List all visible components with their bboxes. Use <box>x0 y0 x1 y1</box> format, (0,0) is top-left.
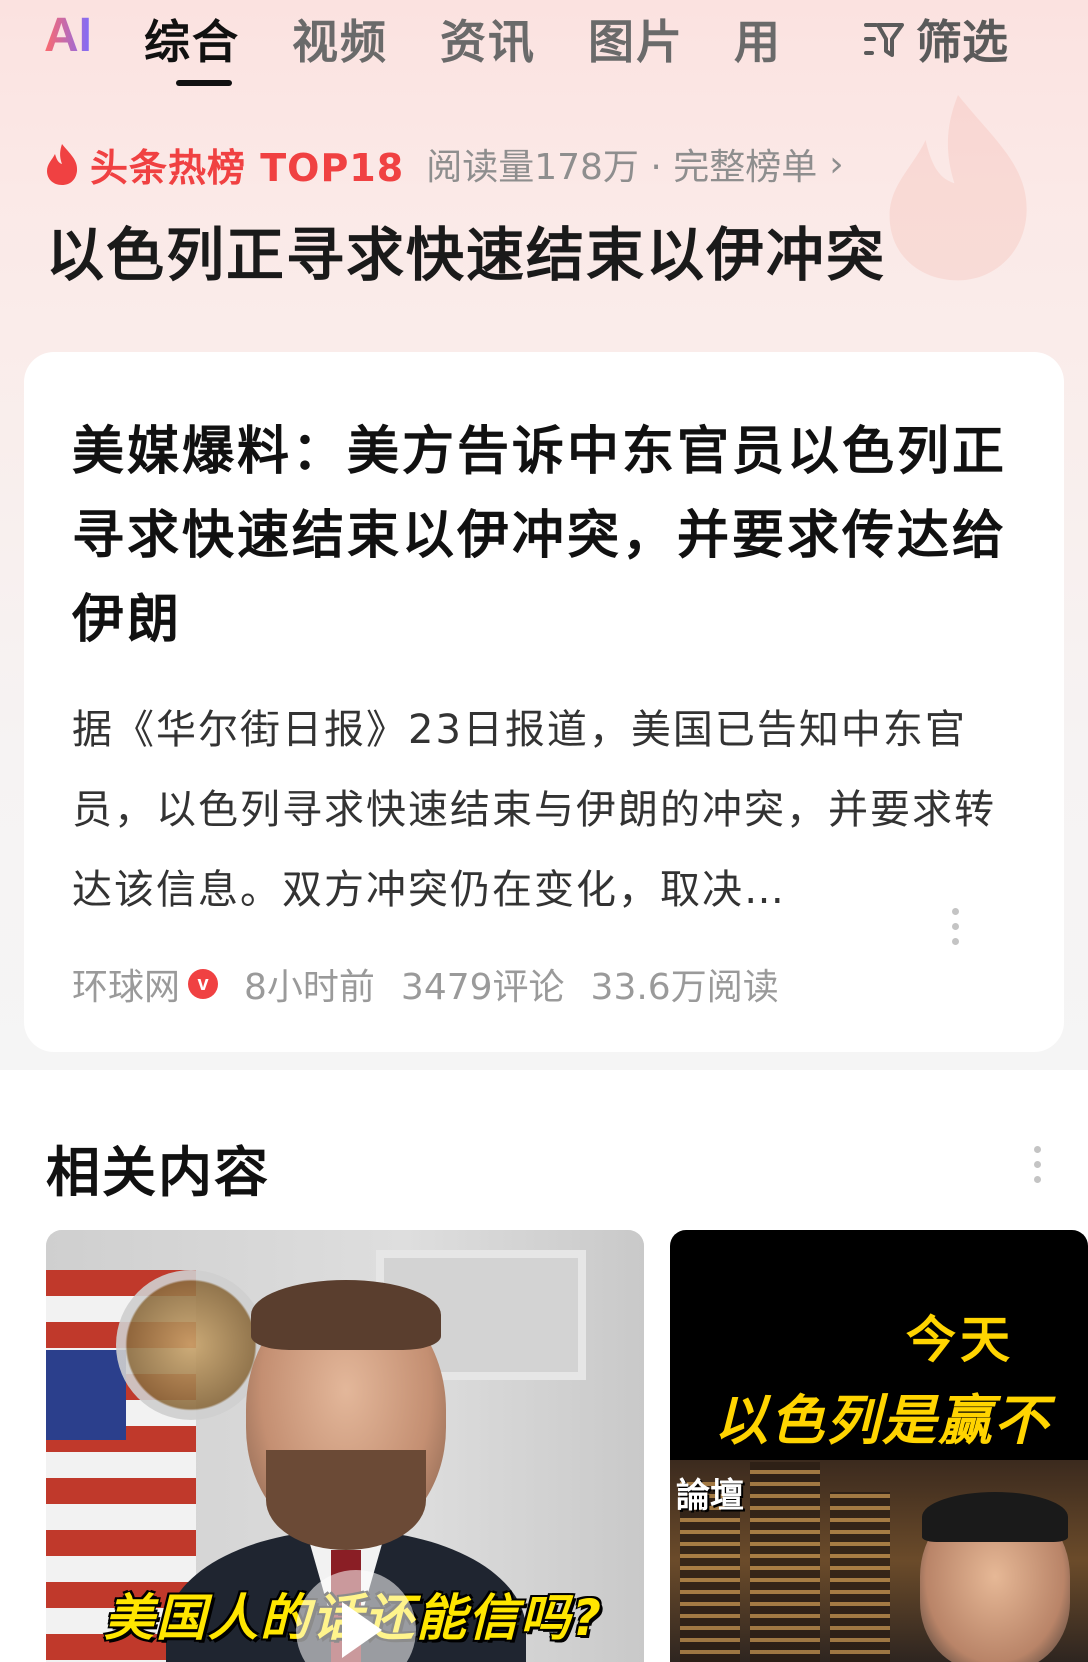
flame-icon <box>47 144 78 185</box>
article-source[interactable]: 环球网 <box>72 958 180 1010</box>
article-abstract: 据《华尔街日报》23日报道，美国已告知中东官员，以色列寻求快速结束与伊朗的冲突，… <box>72 707 996 913</box>
person-hair <box>251 1280 441 1350</box>
seal-image <box>116 1270 266 1420</box>
related-video-thumbnail-2[interactable]: 今天 以色列是赢不 論壇 <box>670 1230 1088 1662</box>
filter-icon <box>864 23 904 57</box>
related-title: 相关内容 <box>46 1141 270 1204</box>
article-time: 8小时前 <box>244 967 375 1008</box>
search-tabs: AI 综合 视频 资讯 图片 用 筛选 <box>0 0 1088 96</box>
tab-video[interactable]: 视频 <box>292 6 388 72</box>
related-more-icon[interactable] <box>1034 1146 1041 1183</box>
article-meta: 环球网 v 8小时前 3479评论 33.6万阅读 <box>72 956 779 1012</box>
flame-decoration-icon <box>889 95 1027 281</box>
article-title[interactable]: 美媒爆料：美方告诉中东官员以色列正寻求快速结束以伊冲突，并要求传达给伊朗 <box>72 410 1012 662</box>
hot-list-row[interactable]: 头条热榜 TOP18 阅读量178万 · 完整榜单 › <box>44 138 844 190</box>
active-tab-indicator <box>176 80 232 86</box>
tab-ai[interactable]: AI <box>44 8 92 63</box>
verified-icon: v <box>188 969 219 999</box>
article-card[interactable]: 美媒爆料：美方告诉中东官员以色列正寻求快速结束以伊冲突，并要求传达给伊朗 据《华… <box>24 352 1064 1052</box>
more-icon[interactable] <box>952 908 959 945</box>
related-video-thumbnail[interactable]: 美国人的话还能信吗? <box>46 1230 644 1662</box>
hot-topic-headline[interactable]: 以色列正寻求快速结束以伊冲突 <box>46 208 886 292</box>
article-comments: 3479评论 <box>400 967 565 1008</box>
person-beard <box>266 1450 426 1550</box>
article-reads: 33.6万阅读 <box>590 967 779 1008</box>
tab-images[interactable]: 图片 <box>588 6 684 72</box>
filter-label: 筛选 <box>916 15 1008 69</box>
thumbnail-label: 論壇 <box>676 1476 744 1516</box>
hot-list-meta: 阅读量178万 · 完整榜单 <box>426 147 818 188</box>
tab-users[interactable]: 用 <box>734 6 782 72</box>
hot-list-badge: 头条热榜 TOP18 <box>90 145 405 190</box>
tab-news[interactable]: 资讯 <box>440 6 536 72</box>
chevron-right-icon: › <box>829 143 844 185</box>
tab-comprehensive[interactable]: 综合 <box>144 6 240 72</box>
flag-canton <box>46 1350 126 1440</box>
thumbnail-caption-line1: 今天 <box>906 1311 1014 1369</box>
person-hair-2 <box>922 1492 1068 1542</box>
thumbnail-caption-line2: 以色列是赢不 <box>714 1389 1050 1452</box>
filter-button[interactable]: 筛选 <box>862 6 1008 72</box>
